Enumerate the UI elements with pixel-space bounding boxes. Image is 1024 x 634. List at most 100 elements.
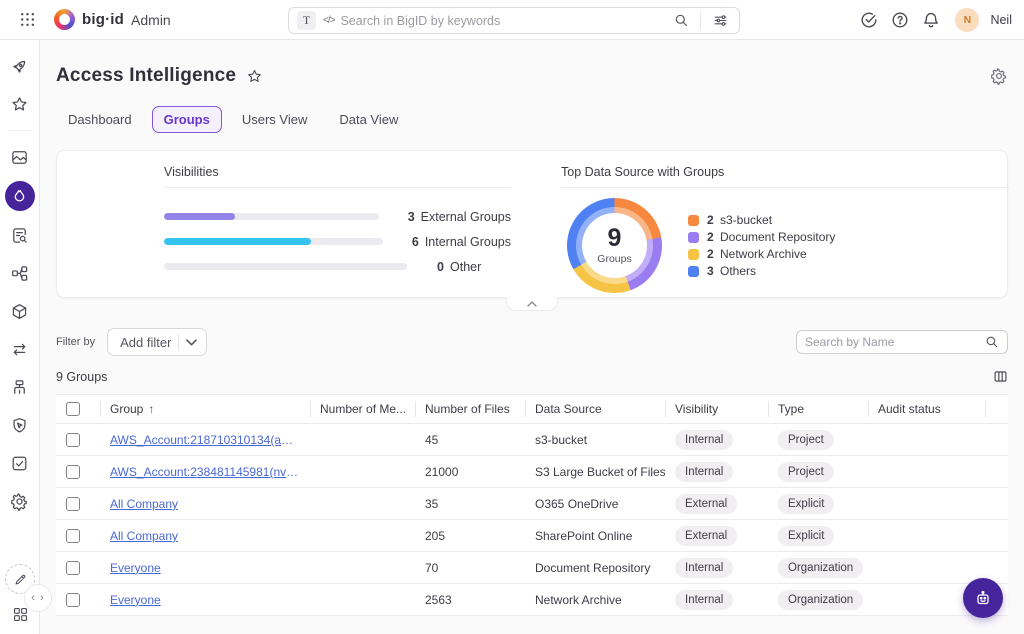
- global-search-bar[interactable]: T </>: [288, 7, 740, 34]
- members-cell: [310, 488, 415, 520]
- brand-suffix: Admin: [131, 12, 171, 28]
- column-header-group[interactable]: Group↑: [100, 395, 310, 424]
- column-header-type[interactable]: Type: [768, 395, 868, 424]
- visibility-badge: Internal: [675, 430, 733, 450]
- group-link[interactable]: All Company: [110, 497, 178, 511]
- search-icon[interactable]: [985, 335, 999, 349]
- source-cell: O365 OneDrive: [525, 488, 665, 520]
- cube-icon: [10, 302, 29, 321]
- name-search-input[interactable]: [805, 335, 985, 349]
- column-header-source[interactable]: Data Source: [525, 395, 665, 424]
- group-link[interactable]: All Company: [110, 529, 178, 543]
- group-link[interactable]: Everyone: [110, 593, 161, 607]
- sidebar-item-favorites[interactable]: [6, 90, 34, 118]
- document-search-icon: [10, 226, 29, 245]
- row-checkbox[interactable]: [66, 433, 80, 447]
- column-header-visibility[interactable]: Visibility: [665, 395, 768, 424]
- select-all-checkbox[interactable]: [66, 402, 80, 416]
- files-cell: 205: [415, 520, 525, 552]
- sidebar-item-access-intelligence[interactable]: [5, 181, 35, 211]
- sidebar-item-catalog[interactable]: [6, 221, 34, 249]
- source-cell: SharePoint Online: [525, 520, 665, 552]
- app-launcher-icon[interactable]: [16, 9, 38, 31]
- task-check-icon: [10, 454, 29, 473]
- top-data-source-title: Top Data Source with Groups: [561, 165, 1009, 179]
- group-link[interactable]: AWS_Account:218710310134(aws-bigid-pr...: [110, 433, 300, 447]
- row-select-cell: [56, 584, 100, 616]
- files-cell: 21000: [415, 456, 525, 488]
- sidebar-item-getting-started[interactable]: [6, 52, 34, 80]
- table-header-row: Group↑ Number of Me... Number of Files D…: [56, 395, 1008, 424]
- sidebar-item-classification[interactable]: [6, 259, 34, 287]
- row-checkbox[interactable]: [66, 529, 80, 543]
- table-row: All Company35O365 OneDriveExternalExplic…: [56, 488, 1008, 520]
- type-badge: Project: [778, 462, 834, 482]
- group-link[interactable]: Everyone: [110, 561, 161, 575]
- user-avatar[interactable]: N: [955, 8, 979, 32]
- tab-groups[interactable]: Groups: [152, 106, 222, 133]
- sidebar-item-action-center[interactable]: [6, 449, 34, 477]
- audit-cell: [868, 552, 985, 584]
- row-select-cell: [56, 552, 100, 584]
- column-header-audit[interactable]: Audit status: [868, 395, 985, 424]
- row-checkbox[interactable]: [66, 465, 80, 479]
- sidebar-item-privacy[interactable]: [6, 411, 34, 439]
- legend-count: 2: [707, 247, 715, 261]
- tab-users-view[interactable]: Users View: [230, 106, 320, 133]
- advanced-search-icon[interactable]: [709, 10, 731, 32]
- row-checkbox[interactable]: [66, 593, 80, 607]
- group-cell: All Company: [100, 520, 310, 552]
- tab-data-view[interactable]: Data View: [327, 106, 410, 133]
- table-row: AWS_Account:218710310134(aws-bigid-pr...…: [56, 424, 1008, 456]
- sidebar-collapse-handle[interactable]: ‹ ›: [24, 584, 52, 612]
- group-cell: AWS_Account:238481145981(nvax): [100, 456, 310, 488]
- filter-toolbar: Filter by Add filter: [56, 328, 1008, 356]
- sidebar-item-settings[interactable]: [6, 487, 34, 515]
- source-cell: s3-bucket: [525, 424, 665, 456]
- name-search-box[interactable]: [796, 330, 1008, 354]
- row-select-cell: [56, 456, 100, 488]
- column-header-files[interactable]: Number of Files: [415, 395, 525, 424]
- row-checkbox[interactable]: [66, 497, 80, 511]
- brand-name: big·id: [82, 11, 124, 28]
- row-checkbox[interactable]: [66, 561, 80, 575]
- query-search-mode-button[interactable]: </>: [323, 15, 334, 26]
- favorite-star-icon[interactable]: [246, 68, 263, 85]
- top-data-source-divider: [561, 187, 1009, 188]
- table-row: AWS_Account:238481145981(nvax)21000S3 La…: [56, 456, 1008, 488]
- charts-collapse-button[interactable]: [506, 297, 558, 311]
- visibility-cell: Internal: [665, 424, 768, 456]
- help-icon[interactable]: [889, 9, 911, 31]
- sidebar-item-dashboard[interactable]: [6, 143, 34, 171]
- external-groups-count: 3: [404, 210, 415, 224]
- gear-icon: [10, 492, 29, 511]
- legend-swatch-network-archive: [688, 249, 699, 260]
- column-chooser-icon[interactable]: [993, 369, 1008, 384]
- global-search-input[interactable]: [340, 14, 670, 28]
- add-filter-button[interactable]: Add filter: [107, 328, 207, 356]
- notifications-bell-icon[interactable]: [920, 9, 942, 31]
- page-settings-gear-icon[interactable]: [990, 67, 1008, 85]
- title-row: Access Intelligence: [56, 65, 1008, 87]
- shield-cursor-icon: [10, 416, 29, 435]
- sidebar-item-correlation[interactable]: [6, 373, 34, 401]
- tasks-check-icon[interactable]: [858, 9, 880, 31]
- members-cell: [310, 520, 415, 552]
- visibility-badge: Internal: [675, 462, 733, 482]
- members-cell: [310, 424, 415, 456]
- column-header-members[interactable]: Number of Me...: [310, 395, 415, 424]
- bigid-logo[interactable]: [54, 9, 75, 30]
- search-icon[interactable]: [670, 10, 692, 32]
- legend-count: 2: [707, 213, 715, 227]
- type-cell: Explicit: [768, 520, 868, 552]
- group-link[interactable]: AWS_Account:238481145981(nvax): [110, 465, 300, 479]
- select-all-cell: [56, 395, 100, 424]
- legend-count: 3: [707, 264, 715, 278]
- text-search-mode-button[interactable]: T: [297, 11, 316, 30]
- tab-dashboard[interactable]: Dashboard: [56, 106, 144, 133]
- assistant-fab-button[interactable]: [963, 578, 1003, 618]
- sidebar-item-data-flows[interactable]: [6, 335, 34, 363]
- robot-icon: [973, 588, 993, 608]
- sidebar-item-inventory[interactable]: [6, 297, 34, 325]
- donut-total-label: Groups: [597, 253, 631, 265]
